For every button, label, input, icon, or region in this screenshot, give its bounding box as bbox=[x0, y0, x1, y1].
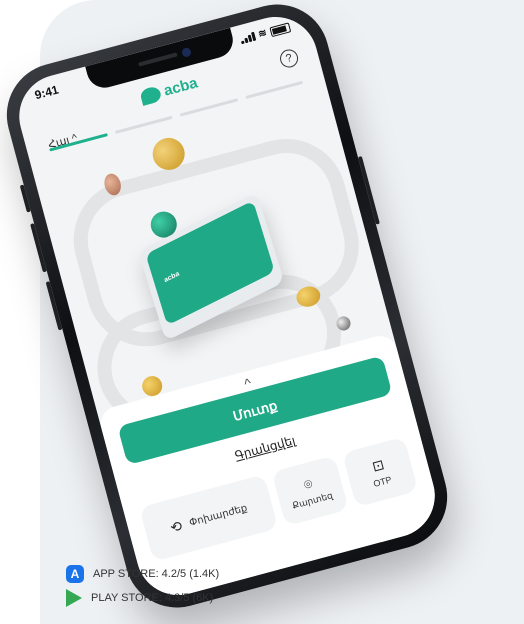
phone-screen: 9:41 ≋ acba ? Հայ ^ acba ^ Մուտք Գրանցվե… bbox=[9, 7, 445, 605]
acba-logo-mark bbox=[138, 84, 163, 106]
play-store-rating-text: PLAY STORE: 4.3/5 (6K) bbox=[91, 592, 214, 604]
app-store-rating[interactable]: A APP STORE: 4.2/5 (1.4K) bbox=[66, 562, 219, 586]
map-pin-icon: ⌾ bbox=[301, 474, 315, 493]
status-time: 9:41 bbox=[33, 82, 61, 103]
wifi-icon: ≋ bbox=[257, 27, 269, 41]
play-store-rating[interactable]: PLAY STORE: 4.3/5 (6K) bbox=[66, 586, 219, 610]
app-store-rating-text: APP STORE: 4.2/5 (1.4K) bbox=[93, 568, 220, 580]
exchange-rates-button[interactable]: ⟲ Փոխարժեք bbox=[139, 474, 279, 562]
phone-mockup: 9:41 ≋ acba ? Հայ ^ acba ^ Մուտք Գրանցվե… bbox=[0, 0, 459, 620]
acba-logo-text: acba bbox=[162, 74, 200, 100]
chevron-up-icon[interactable]: ^ bbox=[242, 375, 252, 392]
quick-actions: ⟲ Փոխարժեք ⌾ Քարտեզ ⊡ OTP bbox=[139, 436, 419, 562]
signal-icon bbox=[239, 31, 256, 45]
map-button[interactable]: ⌾ Քարտեզ bbox=[271, 455, 349, 527]
phone-device: 9:41 ≋ acba ? Հայ ^ acba ^ Մուտք Գրանցվե… bbox=[0, 0, 459, 620]
app-store-icon: A bbox=[66, 565, 84, 583]
lock-icon: ⊡ bbox=[370, 456, 386, 475]
otp-label: OTP bbox=[372, 474, 393, 489]
exchange-icon: ⟲ bbox=[168, 516, 184, 536]
acba-logo: acba bbox=[138, 74, 200, 106]
play-store-icon bbox=[66, 589, 82, 607]
map-label: Քարտեզ bbox=[291, 489, 334, 511]
otp-button[interactable]: ⊡ OTP bbox=[341, 436, 419, 508]
help-icon[interactable]: ? bbox=[278, 47, 301, 70]
card-brand: acba bbox=[163, 270, 181, 285]
store-ratings: A APP STORE: 4.2/5 (1.4K) PLAY STORE: 4.… bbox=[66, 562, 219, 610]
exchange-rates-label: Փոխարժեք bbox=[188, 502, 249, 529]
battery-icon bbox=[269, 21, 292, 37]
status-icons: ≋ bbox=[239, 21, 292, 45]
